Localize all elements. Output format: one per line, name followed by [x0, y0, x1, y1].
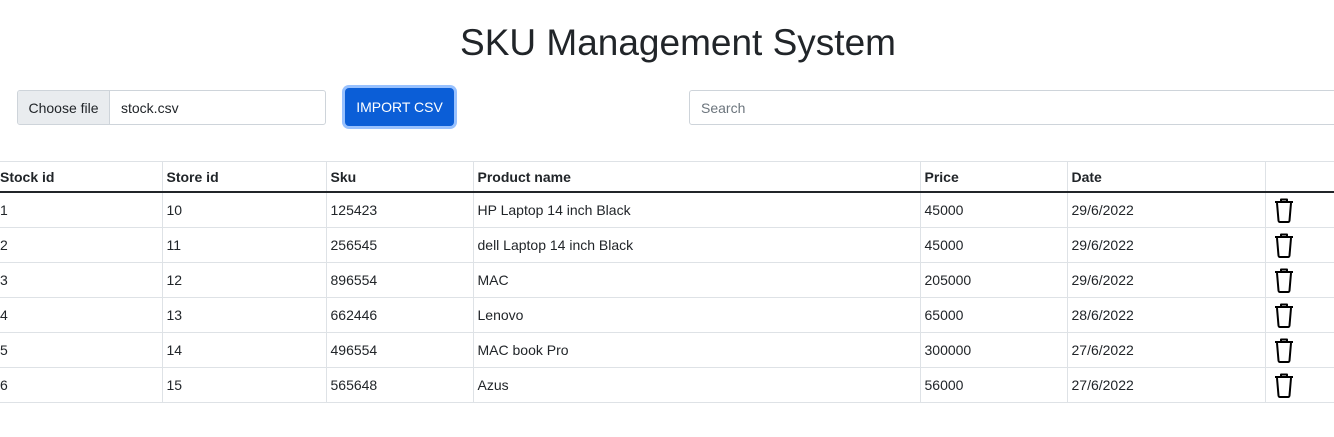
- table-header-row: Stock id Store id Sku Product name Price…: [0, 161, 1334, 193]
- page: SKU Management System Choose file stock.…: [0, 0, 1334, 437]
- page-title: SKU Management System: [460, 22, 896, 63]
- cell-stock-id: 5: [0, 332, 163, 367]
- header-price: Price: [920, 161, 1068, 192]
- trash-icon[interactable]: [1273, 197, 1295, 223]
- selected-file-name: stock.csv: [121, 99, 179, 116]
- cell-actions: [1265, 192, 1334, 227]
- cell-stock-id: 3: [0, 262, 163, 297]
- cell-sku: 256545: [326, 227, 474, 262]
- cell-store-id: 11: [162, 227, 327, 262]
- cell-price: 65000: [920, 297, 1068, 332]
- table-row: 3 12 896554 MAC 205000 29/6/2022: [0, 262, 1334, 297]
- cell-product-name: dell Laptop 14 inch Black: [473, 227, 921, 262]
- cell-actions: [1265, 297, 1334, 332]
- cell-store-id: 14: [162, 332, 327, 367]
- header-actions: [1265, 162, 1334, 193]
- cell-date: 28/6/2022: [1067, 297, 1266, 332]
- cell-actions: [1265, 332, 1334, 367]
- cell-date: 29/6/2022: [1067, 227, 1266, 262]
- cell-price: 45000: [920, 192, 1068, 227]
- cell-sku: 125423: [326, 192, 474, 227]
- cell-store-id: 10: [162, 192, 327, 227]
- cell-price: 56000: [920, 367, 1068, 402]
- cell-price: 300000: [920, 332, 1068, 367]
- cell-actions: [1265, 262, 1334, 297]
- cell-stock-id: 2: [0, 227, 163, 262]
- file-input[interactable]: Choose file stock.csv: [17, 90, 326, 125]
- table-body: 1 10 125423 HP Laptop 14 inch Black 45000 29/…: [0, 192, 1334, 402]
- table-row: 5 14 496554 MAC book Pro 300000 27/6/2022: [0, 332, 1334, 367]
- cell-product-name: Azus: [473, 367, 921, 402]
- cell-actions: [1265, 367, 1334, 402]
- cell-sku: 662446: [326, 297, 474, 332]
- cell-sku: 896554: [326, 262, 474, 297]
- table-row: 4 13 662446 Lenovo 65000 28/6/2022: [0, 297, 1334, 332]
- cell-actions: [1265, 227, 1334, 262]
- header-stock-id: Stock id: [0, 161, 163, 192]
- header-product-name: Product name: [473, 161, 921, 192]
- cell-price: 45000: [920, 227, 1068, 262]
- header-store-id: Store id: [162, 161, 327, 192]
- cell-store-id: 12: [162, 262, 327, 297]
- cell-product-name: HP Laptop 14 inch Black: [473, 192, 921, 227]
- trash-icon[interactable]: [1273, 232, 1295, 258]
- cell-sku: 565648: [326, 367, 474, 402]
- choose-file-button[interactable]: Choose file: [18, 91, 110, 124]
- stock-table: Stock id Store id Sku Product name Price…: [0, 161, 1334, 403]
- cell-product-name: Lenovo: [473, 297, 921, 332]
- cell-store-id: 13: [162, 297, 327, 332]
- table-row: 2 11 256545 dell Laptop 14 inch Black 45000 2…: [0, 227, 1334, 262]
- table-row: 1 10 125423 HP Laptop 14 inch Black 45000 29/…: [0, 192, 1334, 227]
- cell-store-id: 15: [162, 367, 327, 402]
- trash-icon[interactable]: [1273, 302, 1295, 328]
- cell-price: 205000: [920, 262, 1068, 297]
- cell-date: 27/6/2022: [1067, 332, 1266, 367]
- import-csv-button[interactable]: IMPORT CSV: [345, 88, 454, 126]
- cell-stock-id: 6: [0, 367, 163, 402]
- search-input[interactable]: [689, 90, 1334, 125]
- cell-date: 27/6/2022: [1067, 367, 1266, 402]
- header-sku: Sku: [326, 161, 474, 192]
- cell-product-name: MAC: [473, 262, 921, 297]
- cell-stock-id: 1: [0, 192, 163, 227]
- header-date: Date: [1067, 161, 1266, 192]
- trash-icon[interactable]: [1273, 372, 1295, 398]
- cell-stock-id: 4: [0, 297, 163, 332]
- trash-icon[interactable]: [1273, 337, 1295, 363]
- table-row: 6 15 565648 Azus 56000 27/6/2022: [0, 367, 1334, 402]
- cell-date: 29/6/2022: [1067, 262, 1266, 297]
- trash-icon[interactable]: [1273, 267, 1295, 293]
- cell-date: 29/6/2022: [1067, 192, 1266, 227]
- cell-product-name: MAC book Pro: [473, 332, 921, 367]
- cell-sku: 496554: [326, 332, 474, 367]
